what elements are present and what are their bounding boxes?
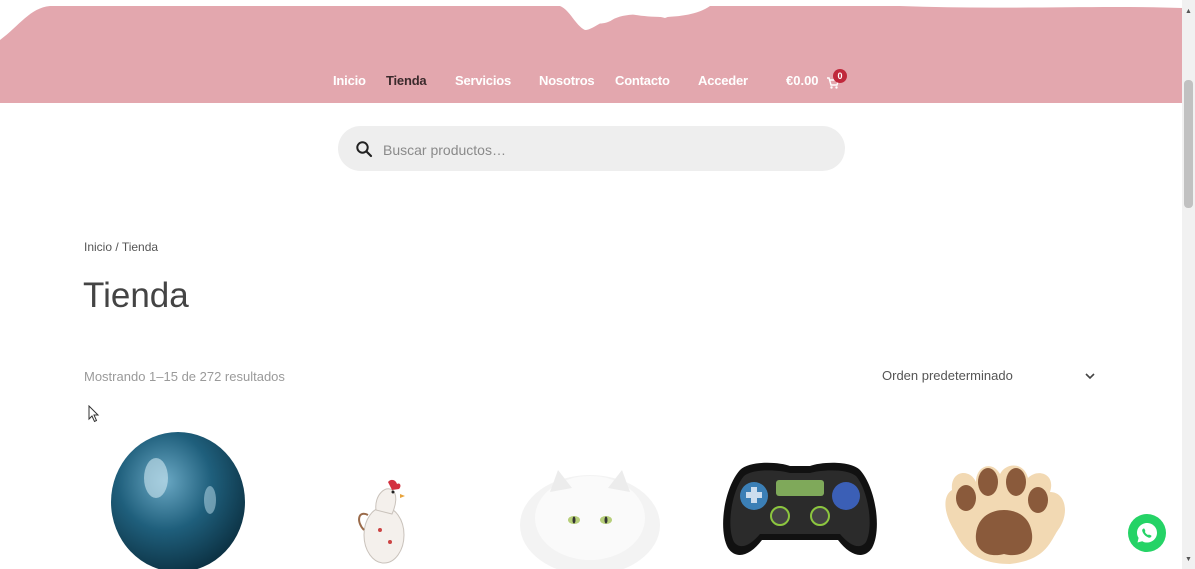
search-input[interactable]: [381, 138, 825, 162]
cart-total[interactable]: €0.00: [786, 73, 819, 88]
mouse-cursor-icon: [88, 405, 100, 423]
breadcrumb-home[interactable]: Inicio: [84, 240, 112, 254]
blue-balloon-icon: [111, 432, 245, 569]
paw-balloon-icon: [945, 465, 1065, 564]
ordering-select[interactable]: Orden predeterminado: [882, 368, 1098, 388]
breadcrumb-separator: /: [115, 240, 119, 254]
gamepad-balloon-icon: [723, 462, 877, 555]
scrollbar-thumb[interactable]: [1184, 80, 1193, 208]
whatsapp-button[interactable]: [1128, 514, 1166, 552]
nav-tienda[interactable]: Tienda: [386, 73, 427, 88]
scroll-up-arrow-icon[interactable]: ▲: [1185, 8, 1192, 15]
nav-servicios[interactable]: Servicios: [455, 73, 511, 88]
rooster-balloon-icon: [358, 479, 405, 564]
cart-count-badge: 0: [833, 69, 847, 83]
product-card-2[interactable]: [296, 430, 476, 569]
breadcrumb: Inicio / Tienda: [84, 240, 158, 254]
header-wave-decoration: [0, 0, 1182, 40]
product-card-4[interactable]: [710, 430, 890, 569]
product-card-5[interactable]: [920, 430, 1100, 569]
search-icon: [356, 141, 373, 158]
chevron-down-icon: [1085, 373, 1095, 380]
whatsapp-icon: [1137, 523, 1157, 543]
nav-nosotros[interactable]: Nosotros: [539, 73, 595, 88]
nav-contacto[interactable]: Contacto: [615, 73, 670, 88]
page-title: Tienda: [83, 276, 189, 315]
vertical-scrollbar[interactable]: ▲ ▼: [1182, 0, 1195, 569]
breadcrumb-current: Tienda: [121, 240, 159, 254]
cat-balloon-icon: [520, 470, 660, 569]
site-header: Inicio Tienda Servicios Nosotros Contact…: [0, 0, 1182, 103]
result-count: Mostrando 1–15 de 272 resultados: [84, 369, 285, 384]
ordering-selected: Orden predeterminado: [882, 368, 1013, 383]
scroll-down-arrow-icon[interactable]: ▼: [1185, 556, 1192, 563]
nav-acceder[interactable]: Acceder: [698, 73, 748, 88]
main-navigation: Inicio Tienda Servicios Nosotros Contact…: [0, 73, 1182, 93]
product-search: [338, 126, 845, 171]
product-card-3[interactable]: [500, 430, 680, 569]
nav-inicio[interactable]: Inicio: [333, 73, 366, 88]
product-card-1[interactable]: [88, 430, 268, 569]
